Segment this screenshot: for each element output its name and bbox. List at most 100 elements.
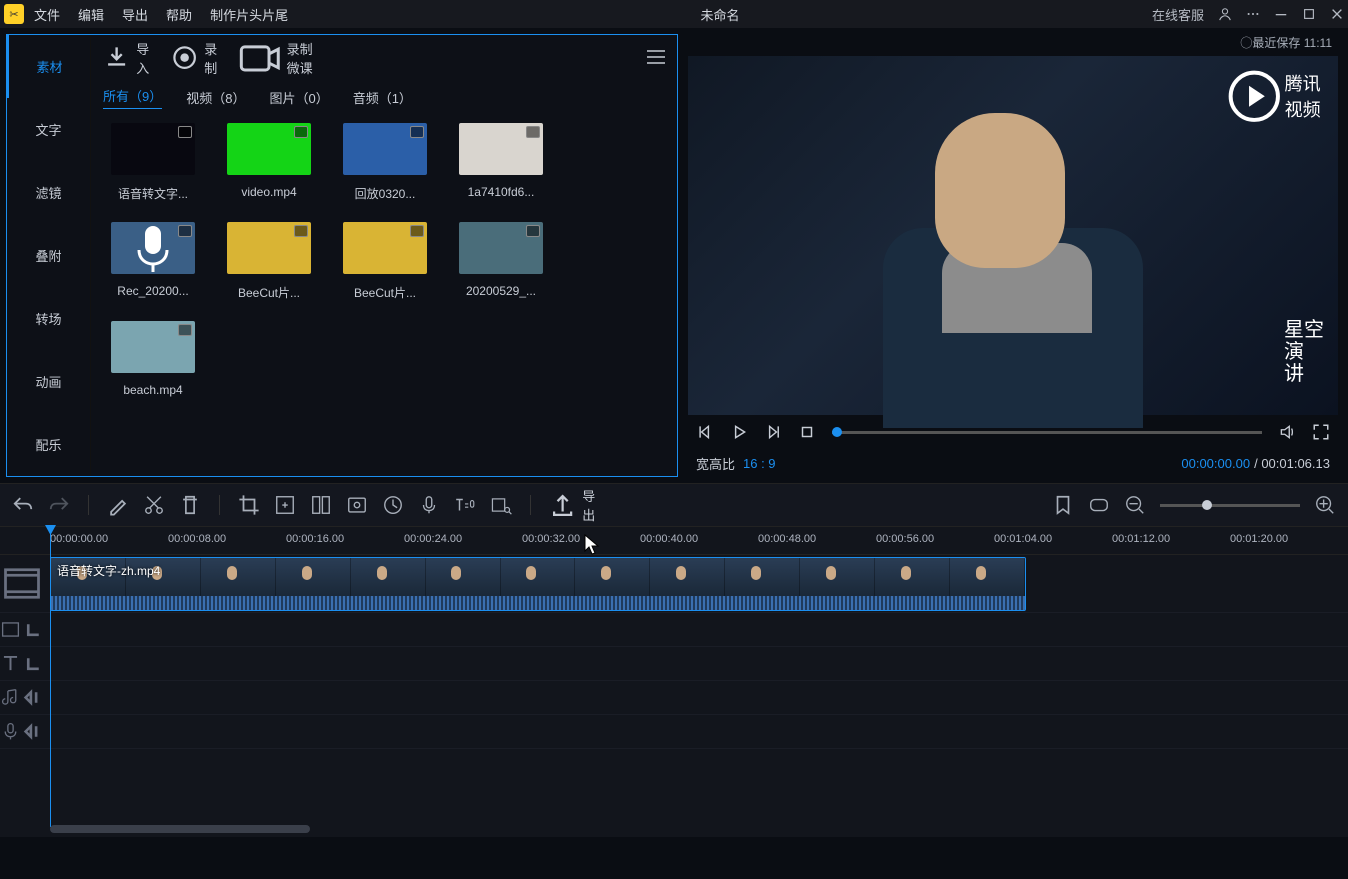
volume-icon[interactable]: [1278, 423, 1296, 441]
time-tick: 00:00:16.00: [286, 533, 344, 545]
media-label: BeeCut片...: [354, 284, 416, 301]
sidebar-tab-music[interactable]: 配乐: [7, 413, 90, 476]
pip-track[interactable]: [0, 613, 1348, 647]
next-frame-button[interactable]: [764, 423, 782, 441]
zoom-out-button[interactable]: [1124, 494, 1146, 516]
list-view-icon[interactable]: [647, 50, 665, 67]
time-tick: 00:00:48.00: [758, 533, 816, 545]
app-logo: ✂: [4, 4, 24, 24]
save-status: ◯最近保存 11:11: [1240, 36, 1332, 50]
minimize-button[interactable]: [1274, 7, 1288, 21]
edit-button[interactable]: [107, 494, 129, 516]
document-title: 未命名: [288, 5, 1152, 24]
time-total: / 00:01:06.13: [1254, 456, 1330, 471]
sidebar-tab-text[interactable]: 文字: [7, 98, 90, 161]
time-tick: 00:00:56.00: [876, 533, 934, 545]
audio-track[interactable]: [0, 681, 1348, 715]
media-item[interactable]: 20200529_...: [445, 222, 557, 301]
media-item[interactable]: Rec_20200...: [97, 222, 209, 301]
filter-audio[interactable]: 音频（1）: [353, 88, 412, 107]
filter-video[interactable]: 视频（8）: [186, 88, 245, 107]
aspect-label: 宽高比: [696, 454, 735, 473]
delete-button[interactable]: [179, 494, 201, 516]
menu-edit[interactable]: 编辑: [78, 5, 104, 24]
media-item[interactable]: 语音转文字...: [97, 123, 209, 202]
titlebar: ✂ 文件 编辑 导出 帮助 制作片头片尾 未命名 在线客服: [0, 0, 1348, 28]
time-tick: 00:00:08.00: [168, 533, 226, 545]
media-grid: 语音转文字... video.mp4回放0320...1a7410fd6... Re…: [91, 113, 677, 476]
menu-titles[interactable]: 制作片头片尾: [210, 5, 288, 24]
preview-panel: ◯最近保存 11:11 腾讯视频 星空 演 讲 宽高比 16 : 9 00:00…: [684, 34, 1342, 477]
video-track[interactable]: 语音转文字-zh.mp4: [0, 555, 1348, 613]
time-tick: 00:00:32.00: [522, 533, 580, 545]
horizontal-scrollbar[interactable]: [50, 825, 310, 833]
sidebar-tab-animation[interactable]: 动画: [7, 350, 90, 413]
playhead[interactable]: [50, 527, 51, 827]
freeze-button[interactable]: [346, 494, 368, 516]
timeline: 00:00:00.0000:00:08.0000:00:16.0000:00:2…: [0, 527, 1348, 837]
voiceover-button[interactable]: [418, 494, 440, 516]
speech-to-text-button[interactable]: [490, 494, 512, 516]
import-button[interactable]: 导入: [103, 39, 151, 77]
menu-dots-icon[interactable]: [1246, 7, 1260, 21]
filter-all[interactable]: 所有（9）: [103, 86, 162, 109]
media-item[interactable]: BeeCut片...: [329, 222, 441, 301]
fit-icon[interactable]: [1088, 494, 1110, 516]
menu-file[interactable]: 文件: [34, 5, 60, 24]
stop-button[interactable]: [798, 423, 816, 441]
crop-button[interactable]: [238, 494, 260, 516]
aspect-value[interactable]: 16 : 9: [743, 456, 776, 471]
media-label: 语音转文字...: [118, 185, 188, 202]
seek-bar[interactable]: [832, 431, 1262, 434]
record-lesson-button[interactable]: 录制微课: [239, 39, 315, 77]
sidebar-tab-media[interactable]: 素材: [7, 35, 90, 98]
redo-button[interactable]: [48, 494, 70, 516]
zoom-in-button[interactable]: [1314, 494, 1336, 516]
media-item[interactable]: beach.mp4: [97, 321, 209, 397]
duration-button[interactable]: [382, 494, 404, 516]
cut-button[interactable]: [143, 494, 165, 516]
split-button[interactable]: [310, 494, 332, 516]
export-button[interactable]: 导出: [549, 486, 597, 524]
sidebar-tab-transition[interactable]: 转场: [7, 287, 90, 350]
sidebar-tab-filter[interactable]: 滤镜: [7, 161, 90, 224]
zoom-slider[interactable]: [1160, 504, 1300, 507]
mosaic-button[interactable]: [274, 494, 296, 516]
maximize-button[interactable]: [1302, 7, 1316, 21]
sidebar-tabs: 素材 文字 滤镜 叠附 转场 动画 配乐: [7, 35, 91, 476]
time-current: 00:00:00.00: [1181, 456, 1250, 471]
record-button[interactable]: 录制: [171, 39, 219, 77]
user-icon[interactable]: [1218, 7, 1232, 21]
time-ruler[interactable]: 00:00:00.0000:00:08.0000:00:16.0000:00:2…: [0, 527, 1348, 555]
undo-button[interactable]: [12, 494, 34, 516]
time-tick: 00:01:04.00: [994, 533, 1052, 545]
online-service-link[interactable]: 在线客服: [1152, 5, 1204, 24]
video-clip[interactable]: 语音转文字-zh.mp4: [50, 557, 1026, 611]
video-preview[interactable]: 腾讯视频 星空 演 讲: [688, 56, 1338, 415]
time-tick: 00:01:12.00: [1112, 533, 1170, 545]
text-to-speech-button[interactable]: [454, 494, 476, 516]
time-tick: 00:00:00.00: [50, 533, 108, 545]
media-item[interactable]: BeeCut片...: [213, 222, 325, 301]
clip-label: 语音转文字-zh.mp4: [57, 562, 160, 579]
media-item[interactable]: video.mp4: [213, 123, 325, 202]
media-label: Rec_20200...: [117, 284, 188, 298]
voice-track[interactable]: [0, 715, 1348, 749]
timeline-toolbar: 导出: [0, 483, 1348, 527]
watermark-side: 星空 演 讲: [1284, 319, 1324, 385]
media-item[interactable]: 回放0320...: [329, 123, 441, 202]
media-item[interactable]: 1a7410fd6...: [445, 123, 557, 202]
close-button[interactable]: [1330, 7, 1344, 21]
menu-export[interactable]: 导出: [122, 5, 148, 24]
text-track[interactable]: [0, 647, 1348, 681]
media-label: 20200529_...: [466, 284, 536, 298]
sidebar-tab-overlay[interactable]: 叠附: [7, 224, 90, 287]
main-menu: 文件 编辑 导出 帮助 制作片头片尾: [34, 5, 288, 24]
play-button[interactable]: [730, 423, 748, 441]
filter-image[interactable]: 图片（0）: [269, 88, 328, 107]
menu-help[interactable]: 帮助: [166, 5, 192, 24]
marker-icon[interactable]: [1052, 494, 1074, 516]
media-label: beach.mp4: [123, 383, 182, 397]
prev-frame-button[interactable]: [696, 423, 714, 441]
fullscreen-icon[interactable]: [1312, 423, 1330, 441]
